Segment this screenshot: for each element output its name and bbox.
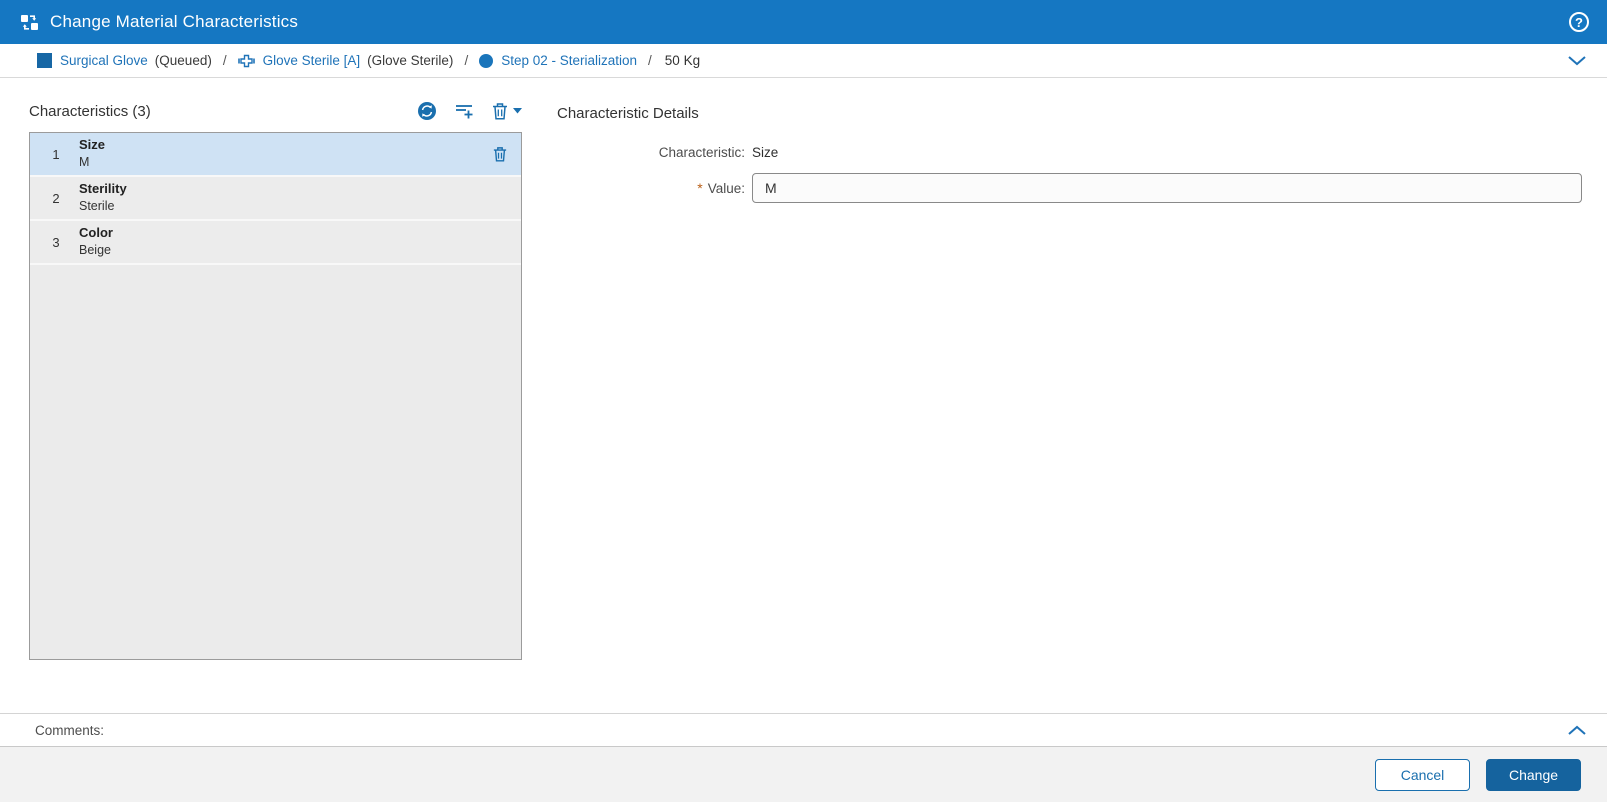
item-name: Sterility — [79, 181, 127, 197]
value-label-text: Value: — [707, 181, 745, 196]
details-title: Characteristic Details — [557, 105, 699, 122]
trash-icon[interactable] — [493, 146, 507, 162]
required-asterisk: * — [697, 180, 703, 196]
value-input[interactable] — [752, 173, 1582, 203]
help-circle-icon[interactable]: ? — [1569, 12, 1589, 32]
item-index: 3 — [52, 234, 60, 250]
trash-icon[interactable] — [492, 102, 508, 120]
breadcrumb-segment-order: Glove Sterile [A] (Glove Sterile) — [237, 53, 454, 69]
order-status: (Glove Sterile) — [367, 53, 454, 68]
delete-dropdown[interactable] — [492, 102, 522, 120]
comments-label: Comments: — [35, 722, 105, 738]
app-header: Change Material Characteristics ? — [0, 0, 1607, 44]
caret-down-icon[interactable] — [513, 108, 522, 114]
details-panel: Characteristic Details Characteristic: S… — [557, 79, 1582, 203]
item-name: Size — [79, 137, 106, 153]
chevron-up-icon[interactable] — [1567, 725, 1587, 736]
step-circle-icon — [479, 53, 494, 68]
add-row-icon[interactable] — [455, 102, 474, 120]
page-title: Change Material Characteristics — [50, 12, 299, 31]
comments-bar[interactable]: Comments: — [0, 713, 1607, 747]
cancel-button[interactable]: Cancel — [1375, 758, 1470, 791]
item-index: 2 — [52, 190, 60, 206]
breadcrumb-link-step[interactable]: Step 02 - Sterialization — [501, 53, 637, 68]
list-item-size[interactable]: 1 Size M — [30, 133, 521, 177]
characteristics-panel: Characteristics (3) 1 Size M 2 Sterility… — [29, 79, 522, 660]
main-content: Characteristics (3) 1 Size M 2 Sterility… — [0, 79, 1607, 699]
quantity-label: 50 Kg — [664, 53, 701, 68]
breadcrumb-separator: / — [222, 53, 227, 68]
breadcrumb-segment-step: Step 02 - Sterialization — [479, 53, 637, 68]
value-label: * Value: — [557, 180, 745, 196]
item-index: 1 — [52, 146, 60, 162]
chevron-down-icon[interactable] — [1567, 55, 1587, 66]
material-status: (Queued) — [154, 53, 212, 68]
order-icon — [237, 53, 255, 69]
item-value: Beige — [79, 243, 111, 258]
breadcrumb-link-material[interactable]: Surgical Glove — [60, 53, 148, 68]
item-name: Color — [79, 225, 113, 241]
list-item-sterility[interactable]: 2 Sterility Sterile — [30, 177, 521, 221]
item-value: Sterile — [79, 199, 115, 214]
footer: Cancel Change — [0, 747, 1607, 802]
characteristics-list: 1 Size M 2 Sterility Sterile 3 Color Bei… — [29, 132, 522, 660]
material-square-icon — [37, 53, 52, 68]
list-item-color[interactable]: 3 Color Beige — [30, 221, 521, 265]
item-value: M — [79, 155, 90, 170]
breadcrumb-separator: / — [464, 53, 469, 68]
sync-circle-icon[interactable] — [417, 101, 437, 121]
characteristics-title: Characteristics (3) — [29, 103, 151, 120]
change-button[interactable]: Change — [1486, 758, 1581, 791]
characteristic-label: Characteristic: — [658, 145, 745, 160]
characteristics-toolbar — [417, 101, 522, 123]
characteristics-panel-header: Characteristics (3) — [29, 79, 522, 123]
breadcrumb: Surgical Glove (Queued) / Glove Sterile … — [0, 44, 1607, 78]
breadcrumb-separator: / — [648, 53, 652, 68]
breadcrumb-link-order[interactable]: Glove Sterile [A] — [263, 53, 361, 68]
change-material-icon — [20, 13, 39, 32]
details-form: Characteristic: Size * Value: — [557, 145, 1582, 203]
characteristic-value: Size — [752, 145, 779, 160]
breadcrumb-segment-material: Surgical Glove (Queued) — [37, 53, 212, 68]
